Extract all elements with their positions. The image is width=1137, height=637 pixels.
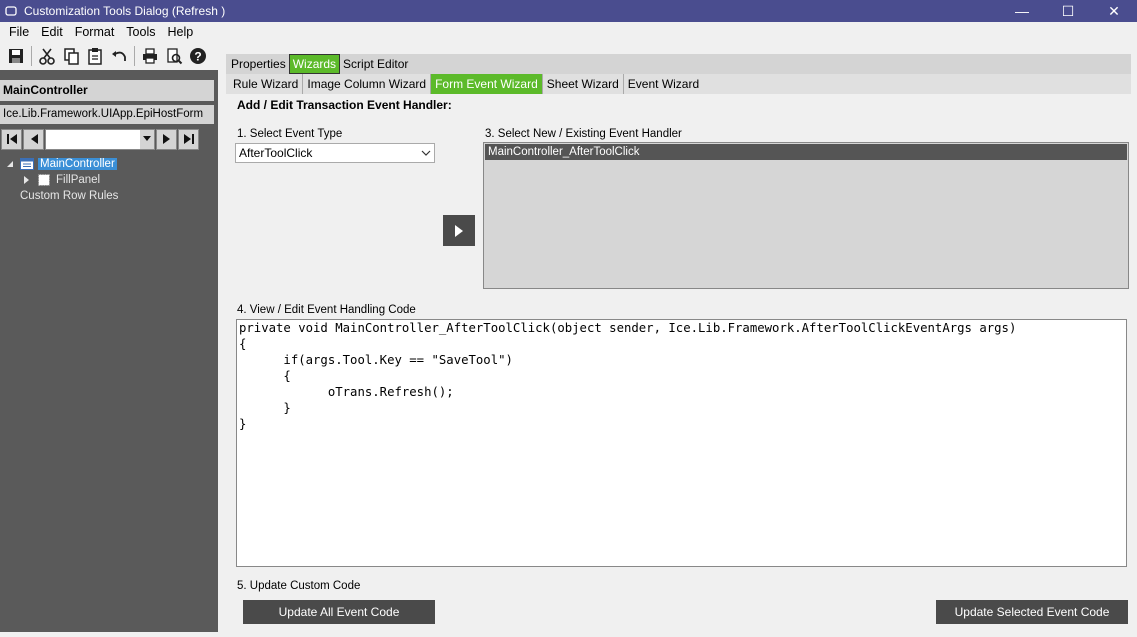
update-all-event-code-button[interactable]: Update All Event Code xyxy=(243,600,435,624)
control-type-path: Ice.Lib.Framework.UIApp.EpiHostForm xyxy=(0,105,214,124)
close-button[interactable]: ✕ xyxy=(1091,0,1137,22)
copy-icon[interactable] xyxy=(59,44,83,68)
menu-tools[interactable]: Tools xyxy=(120,22,161,42)
step3-label: 3. Select New / Existing Event Handler xyxy=(485,128,682,140)
tree-collapse-icon[interactable] xyxy=(4,158,16,170)
navigation-row xyxy=(1,128,199,150)
tree-item-label: FillPanel xyxy=(56,174,101,186)
tree-expand-icon[interactable] xyxy=(20,174,32,186)
tree-item-label: Custom Row Rules xyxy=(20,190,119,202)
step5-label: 5. Update Custom Code xyxy=(237,580,361,592)
tree-item-label: MainController xyxy=(38,158,117,170)
paste-icon[interactable] xyxy=(83,44,107,68)
menu-edit[interactable]: Edit xyxy=(35,22,69,42)
minimize-button[interactable]: — xyxy=(999,0,1045,22)
event-type-value: AfterToolClick xyxy=(239,146,313,160)
tab-rule-wizard[interactable]: Rule Wizard xyxy=(229,74,304,94)
left-panel: MainController Ice.Lib.Framework.UIApp.E… xyxy=(0,70,218,637)
record-selector[interactable] xyxy=(45,128,155,150)
tab-image-column-wizard[interactable]: Image Column Wizard xyxy=(303,74,432,94)
control-tree: MainController FillPanel Custom Row Rule… xyxy=(0,156,214,204)
tab-script-editor[interactable]: Script Editor xyxy=(340,55,411,73)
tree-item[interactable]: FillPanel xyxy=(0,172,214,188)
help-icon[interactable]: ? xyxy=(186,44,210,68)
main-content: Properties Wizards Script Editor Rule Wi… xyxy=(226,54,1137,637)
svg-text:?: ? xyxy=(194,50,201,64)
maximize-button[interactable]: ☐ xyxy=(1045,0,1091,22)
last-record-button[interactable] xyxy=(178,128,199,150)
first-record-button[interactable] xyxy=(1,128,22,150)
code-line: private void MainController_AfterToolCli… xyxy=(239,321,1017,335)
event-type-select[interactable]: AfterToolClick xyxy=(235,143,435,163)
tree-item[interactable]: Custom Row Rules xyxy=(0,188,214,204)
list-item[interactable]: MainController_AfterToolClick xyxy=(485,144,1127,160)
main-tabs: Properties Wizards Script Editor xyxy=(226,54,1131,74)
toolbar-separator xyxy=(134,46,135,66)
section-title: Add / Edit Transaction Event Handler: xyxy=(237,98,452,112)
code-line: { xyxy=(239,337,247,351)
tab-sheet-wizard[interactable]: Sheet Wizard xyxy=(543,74,624,94)
step4-label: 4. View / Edit Event Handling Code xyxy=(237,304,416,316)
form-icon xyxy=(20,158,34,170)
status-bar xyxy=(0,632,1137,637)
menu-bar: File Edit Format Tools Help xyxy=(0,22,1137,42)
save-icon[interactable] xyxy=(4,44,28,68)
previous-record-button[interactable] xyxy=(23,128,44,150)
cut-icon[interactable] xyxy=(35,44,59,68)
title-bar: Customization Tools Dialog (Refresh ) — … xyxy=(0,0,1137,22)
next-record-button[interactable] xyxy=(156,128,177,150)
app-icon xyxy=(4,4,18,18)
panel-icon xyxy=(38,174,50,186)
add-handler-button[interactable] xyxy=(443,215,475,246)
toolbar-separator xyxy=(31,46,32,66)
update-selected-event-code-button[interactable]: Update Selected Event Code xyxy=(936,600,1128,624)
code-line: } xyxy=(239,401,291,415)
code-line: if(args.Tool.Key == "SaveTool") xyxy=(239,353,513,367)
print-preview-icon[interactable] xyxy=(162,44,186,68)
code-line: { xyxy=(239,369,291,383)
tab-wizards[interactable]: Wizards xyxy=(288,54,341,74)
selected-control-name: MainController xyxy=(0,80,214,101)
code-line: } xyxy=(239,417,247,431)
menu-format[interactable]: Format xyxy=(69,22,121,42)
tab-event-wizard[interactable]: Event Wizard xyxy=(624,74,703,94)
tab-properties[interactable]: Properties xyxy=(228,55,289,73)
menu-help[interactable]: Help xyxy=(161,22,199,42)
tabs-scrollbar[interactable] xyxy=(1131,54,1137,94)
tab-form-event-wizard[interactable]: Form Event Wizard xyxy=(431,74,543,94)
wizard-tabs: Rule Wizard Image Column Wizard Form Eve… xyxy=(226,74,1131,94)
print-icon[interactable] xyxy=(138,44,162,68)
code-line: oTrans.Refresh(); xyxy=(239,385,454,399)
step1-label: 1. Select Event Type xyxy=(237,128,343,140)
undo-icon[interactable] xyxy=(107,44,131,68)
chevron-down-icon[interactable] xyxy=(418,144,434,162)
window-title: Customization Tools Dialog (Refresh ) xyxy=(24,4,226,18)
menu-file[interactable]: File xyxy=(3,22,35,42)
tree-item[interactable]: MainController xyxy=(0,156,214,172)
chevron-down-icon[interactable] xyxy=(140,129,154,149)
code-editor[interactable]: private void MainController_AfterToolCli… xyxy=(236,319,1127,567)
event-handler-list[interactable]: MainController_AfterToolClick xyxy=(483,142,1129,289)
